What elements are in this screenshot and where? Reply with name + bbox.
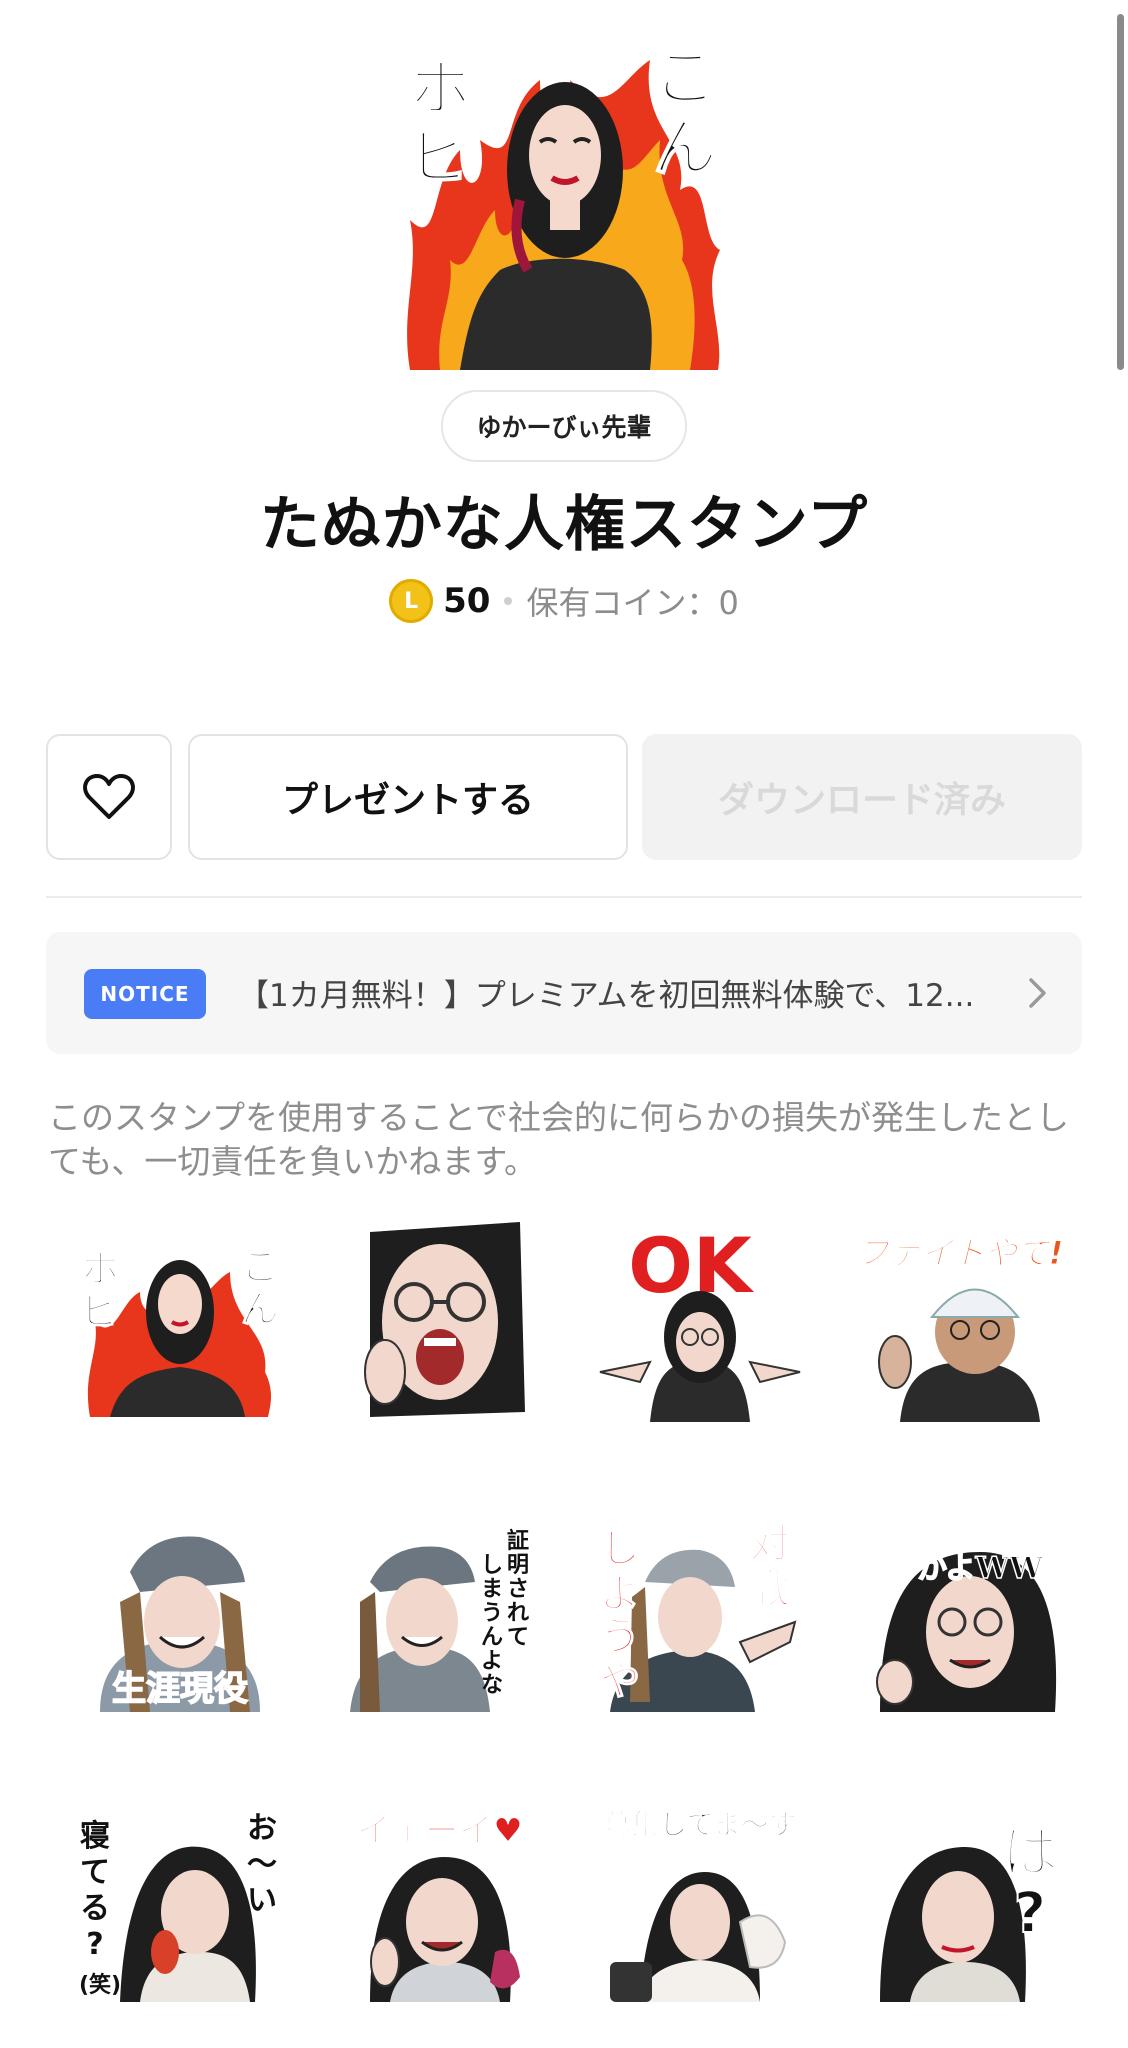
sticker-item[interactable]: は ? — [850, 1802, 1070, 2002]
svg-text:?: ? — [86, 1927, 103, 1962]
svg-text:こ: こ — [241, 1245, 279, 1289]
svg-text:ファイトやで!: ファイトやで! — [857, 1234, 1064, 1272]
sticker-item[interactable]: 証 明 さ れ て し ま う ん よ な — [330, 1512, 550, 1712]
svg-text:さ: さ — [507, 1577, 529, 1602]
svg-text:ホ: ホ — [409, 52, 471, 125]
sticker-item[interactable] — [330, 1222, 550, 1422]
sticker-item[interactable]: 寝 て る ? (笑) お 〜 い — [70, 1802, 290, 2002]
svg-text:て: て — [80, 1855, 110, 1890]
svg-text:ん: ん — [241, 1287, 279, 1331]
svg-text:ビ: ビ — [409, 120, 471, 193]
svg-text:て: て — [507, 1625, 529, 1650]
svg-text:ん: ん — [481, 1625, 503, 1650]
sticker-main-image: こ ん ホ ビ — [400, 20, 728, 372]
svg-text:ビ: ビ — [81, 1289, 119, 1333]
svg-text:い: い — [247, 1883, 277, 1918]
sticker-item[interactable]: 募集してま〜す — [590, 1802, 810, 2002]
svg-text:は: は — [1002, 1821, 1058, 1886]
svg-text:お: お — [247, 1811, 277, 1846]
svg-text:う: う — [481, 1601, 503, 1626]
svg-text:募集してま〜す: 募集してま〜す — [602, 1808, 797, 1841]
scrollbar[interactable] — [1117, 14, 1124, 370]
svg-text:ま: ま — [481, 1577, 503, 1602]
divider — [46, 896, 1082, 898]
notice-text: 【1カ月無料！】プレミアムを初回無料体験で、12... — [238, 978, 975, 1014]
sticker-item[interactable]: 生涯現役 — [70, 1512, 290, 1712]
svg-text:戦: 戦 — [750, 1566, 790, 1612]
heart-icon — [83, 774, 135, 819]
sticker-item[interactable]: 初心者 かよWW — [850, 1512, 1070, 1712]
svg-text:対: 対 — [750, 1521, 790, 1567]
svg-text:ん: ん — [653, 112, 717, 186]
svg-text:よ: よ — [600, 1571, 640, 1617]
svg-text:証: 証 — [507, 1528, 529, 1554]
line-coin-icon: L — [389, 579, 434, 623]
owned-coins: 保有コイン：0 — [526, 584, 739, 622]
price-row: L 50 保有コイン：0 — [0, 578, 1128, 624]
svg-text:る: る — [80, 1891, 110, 1926]
description: このスタンプを使用することで社会的に何らかの損失が発生したとしても、一切責任を負… — [48, 1098, 1070, 1181]
sticker-item[interactable]: ホ ビ こ ん — [70, 1222, 290, 1422]
svg-text:し: し — [600, 1526, 640, 1572]
svg-text:し: し — [481, 1553, 503, 1578]
chevron-right-icon — [1029, 978, 1046, 1008]
page-title: たぬかな人権スタンプ — [259, 490, 869, 560]
sticker-item[interactable]: ファイトやで! — [850, 1222, 1070, 1422]
like-button[interactable] — [46, 734, 172, 860]
svg-text:ホ: ホ — [81, 1247, 119, 1291]
svg-text:(笑): (笑) — [79, 1972, 121, 1998]
svg-text:生涯現役: 生涯現役 — [112, 1669, 248, 1709]
separator-dot — [504, 597, 513, 605]
notice-banner[interactable]: NOTICE 【1カ月無料！】プレミアムを初回無料体験で、12... — [46, 932, 1082, 1054]
sticker-item[interactable]: OK — [590, 1222, 810, 1422]
svg-text:な: な — [481, 1673, 503, 1698]
svg-text:よ: よ — [481, 1649, 503, 1674]
svg-text:こ: こ — [653, 42, 717, 116]
svg-text:れ: れ — [507, 1601, 529, 1626]
price-value: 50 — [443, 581, 491, 621]
svg-text:や: や — [600, 1658, 640, 1704]
sticker-item[interactable]: イェーイ♥ — [330, 1802, 550, 2002]
author-link[interactable]: ゆかーびぃ先輩 — [441, 390, 687, 462]
svg-text:初心者: 初心者 — [865, 1517, 955, 1552]
author-name: ゆかーびぃ先輩 — [476, 413, 652, 442]
svg-text:〜: 〜 — [247, 1847, 277, 1882]
svg-text:寝: 寝 — [80, 1819, 110, 1854]
svg-text:?: ? — [1014, 1881, 1046, 1946]
notice-badge: NOTICE — [84, 969, 206, 1019]
svg-text:かよWW: かよWW — [917, 1551, 1044, 1586]
downloaded-button: ダウンロード済み — [642, 734, 1082, 860]
svg-text:イェーイ♥: イェーイ♥ — [357, 1811, 523, 1851]
svg-text:う: う — [600, 1614, 640, 1660]
svg-text:明: 明 — [507, 1553, 529, 1578]
sticker-item[interactable]: し よ う や 対 戦 — [590, 1512, 810, 1712]
gift-button[interactable]: プレゼントする — [188, 734, 628, 860]
